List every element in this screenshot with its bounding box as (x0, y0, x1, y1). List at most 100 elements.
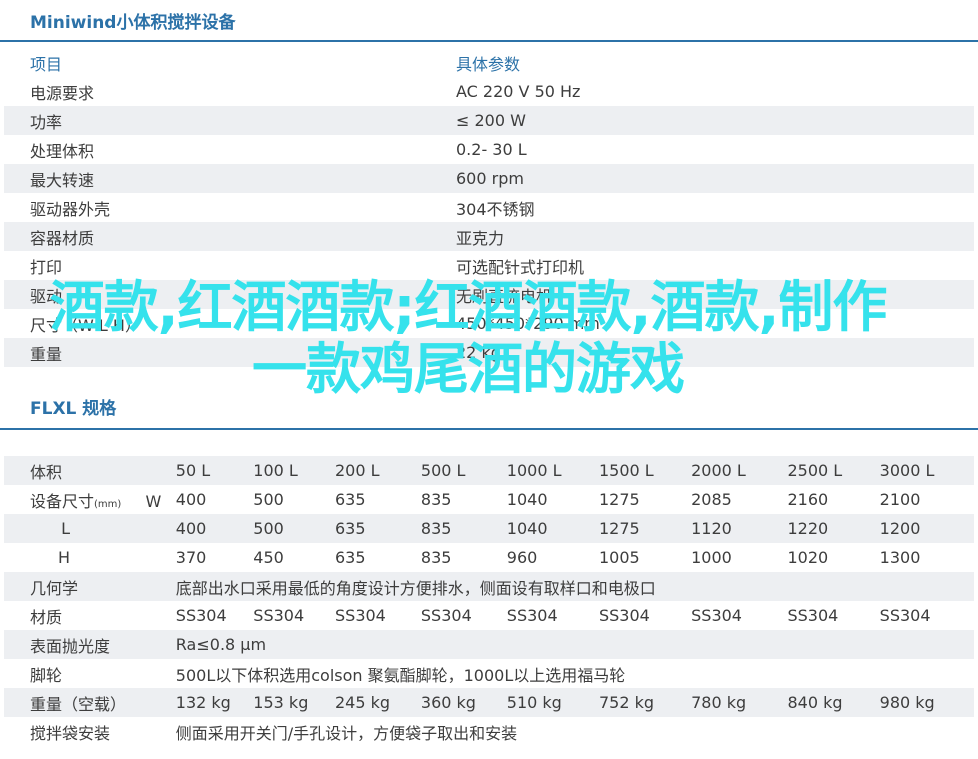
table-row: H 370 450 635 835 960 1005 1000 1020 1300 (4, 543, 974, 572)
table-cell: 510 kg (506, 688, 599, 717)
table-cell: 752 kg (598, 688, 692, 717)
table-cell: SS304 (420, 606, 472, 625)
table-cell: 1300 (879, 548, 921, 567)
table-cell: 1040 (506, 490, 548, 509)
table-cell: 835 (420, 548, 452, 567)
row-label: 重量（空载） (4, 688, 176, 717)
dimension-label: W (145, 491, 162, 511)
table-cell: 835 (420, 514, 507, 543)
table-cell: 450 (253, 548, 284, 567)
unit-label: (mm) (94, 498, 122, 510)
table-cell: 370 (175, 548, 207, 567)
spec-item: 最大转速 (4, 164, 456, 193)
table-cell: 635 (335, 514, 421, 543)
table-cell: 980 kg (879, 688, 974, 717)
table-cell: 1120 (691, 514, 788, 543)
spec-value: 亚克力 (456, 222, 974, 251)
spec-value: 600 rpm (456, 164, 974, 193)
row-label: 体积 (4, 456, 176, 485)
row-text: 底部出水口采用最低的角度设计方便排水，侧面设有取样口和电极口 (175, 572, 974, 601)
table-cell: 153 kg (253, 688, 335, 717)
row-label: 表面抛光度 (4, 630, 176, 659)
table-cell: 2100 (879, 490, 921, 509)
row-label-text: 体积 (30, 462, 63, 482)
table-cell: SS304 (879, 606, 931, 625)
table-row: 材质 SS304 SS304 SS304 SS304 SS304 SS304 SS304 SS3… (4, 601, 974, 630)
table-row: 项目 具体参数 (4, 48, 974, 77)
spec-value: AC 220 V 50 Hz (456, 82, 581, 101)
table-cell: 500 (253, 514, 335, 543)
table-cell: 1000 L (506, 456, 599, 485)
table-cell: SS304 (175, 606, 227, 625)
table-cell: SS304 (506, 606, 558, 625)
table-cell: 635 (335, 548, 366, 567)
table-cell: 50 L (175, 456, 254, 485)
spec-value: 304不锈钢 (456, 199, 535, 219)
table-cell: 132 kg (175, 688, 254, 717)
row-label-text: 材质 (30, 607, 63, 627)
row-text: Ra≤0.8 μm (175, 630, 974, 659)
table-cell: SS304 (598, 606, 650, 625)
row-label: 几何学 (4, 572, 176, 601)
table-cell: 1500 L (598, 456, 692, 485)
page-title: Miniwind小体积搅拌设备 (30, 13, 236, 33)
section-divider (0, 428, 978, 430)
table-cell: SS304 (787, 606, 839, 625)
table-cell: SS304 (691, 606, 742, 625)
row-label: H (4, 543, 176, 572)
spec-value: ≤ 200 W (456, 106, 974, 135)
model-table: 体积 50 L 100 L 200 L 500 L 1000 L 1500 L 2000 L2… (4, 456, 974, 746)
table-cell: SS304 (253, 606, 305, 625)
row-label-text: 重量（空载） (30, 694, 127, 714)
table-cell: 1220 (787, 514, 880, 543)
row-text: 500L以下体积选用colson 聚氨酯脚轮，1000L以上选用福马轮 (175, 665, 626, 685)
table-row: 重量（空载） 132 kg 153 kg 245 kg 360 kg 510 kg 752 … (4, 688, 974, 717)
table-cell: SS304 (335, 606, 386, 625)
table-cell: 2085 (691, 490, 732, 509)
table-cell: 1200 (879, 514, 974, 543)
dimension-label: L (61, 519, 70, 538)
table-cell: 500 (253, 490, 284, 509)
table-row: 体积 50 L 100 L 200 L 500 L 1000 L 1500 L 2000 L2… (4, 456, 974, 485)
table-cell: 1005 (598, 548, 640, 567)
spec-value: 0.2- 30 L (456, 140, 527, 159)
table-row: 驱动器外壳 304不锈钢 (4, 193, 974, 222)
table-cell: 780 kg (691, 688, 788, 717)
table-cell: 200 L (335, 456, 421, 485)
row-label-text: 设备尺寸 (30, 491, 95, 511)
table-cell: 3000 L (879, 456, 974, 485)
spec-item: 驱动器外壳 (30, 199, 111, 219)
header-param: 具体参数 (456, 54, 521, 74)
table-cell: 360 kg (420, 688, 507, 717)
row-label: 设备尺寸(mm) W (4, 485, 176, 514)
table-row: 搅拌袋安装 侧面采用开关门/手孔设计，方便袋子取出和安装 (4, 717, 974, 746)
table-cell: 960 (506, 548, 538, 567)
table-row: 几何学 底部出水口采用最低的角度设计方便排水，侧面设有取样口和电极口 (4, 572, 974, 601)
header-item: 项目 (30, 54, 63, 74)
table-cell: 500 L (420, 456, 507, 485)
table-cell: 1000 (691, 548, 732, 567)
table-row: 设备尺寸(mm) W 400 500 635 835 1040 1275 2085 2160 210… (4, 485, 974, 514)
table-cell: 2500 L (787, 456, 880, 485)
table-cell: 1020 (787, 548, 829, 567)
table-cell: 2000 L (691, 456, 788, 485)
spec-item: 容器材质 (4, 222, 456, 251)
table-row: L 400 500 635 835 1040 1275 1120 1220 1200 (4, 514, 974, 543)
table-cell: 400 (175, 490, 207, 509)
row-label: L (4, 514, 176, 543)
table-row: 表面抛光度 Ra≤0.8 μm (4, 630, 974, 659)
spec-item: 功率 (4, 106, 456, 135)
overlay-text: 酒款,红酒酒款;红酒酒款,酒款,制作一款鸡尾酒的游戏 (49, 275, 888, 401)
table-row: 脚轮 500L以下体积选用colson 聚氨酯脚轮，1000L以上选用福马轮 (4, 659, 974, 688)
table-cell: 100 L (253, 456, 335, 485)
table-cell: 245 kg (335, 688, 421, 717)
table-row: 功率 ≤ 200 W (4, 106, 974, 135)
table-cell: 635 (335, 490, 366, 509)
table-cell: 835 (420, 490, 452, 509)
table-row: 容器材质 亚克力 (4, 222, 974, 251)
table-row: 最大转速 600 rpm (4, 164, 974, 193)
table-cell: 1275 (598, 514, 692, 543)
row-label: 材质 (4, 601, 176, 630)
table-cell: 1040 (506, 514, 599, 543)
spec-item: 处理体积 (30, 141, 95, 161)
